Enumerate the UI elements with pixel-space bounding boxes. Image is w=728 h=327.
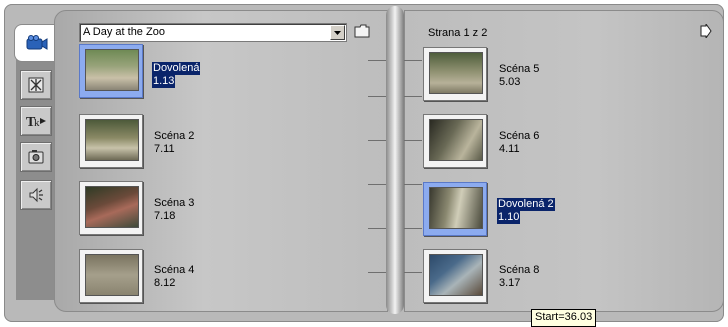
tooltip: Start=36.03 (531, 309, 597, 327)
tab-sound-effects[interactable] (20, 180, 52, 210)
transition-icon (28, 77, 44, 93)
next-page-button[interactable] (700, 22, 712, 40)
spine-ring (404, 228, 422, 229)
speaker-icon (29, 187, 43, 203)
scene-name: Scéna 5 (499, 63, 540, 75)
scene-thumbnail[interactable] (79, 181, 143, 235)
tab-still-images[interactable] (20, 142, 52, 172)
scene-duration: 4.11 (499, 143, 520, 155)
open-folder-button[interactable] (354, 24, 370, 38)
scene-thumbnail-image (429, 254, 483, 296)
scene-thumbnail-image (85, 186, 139, 228)
spine-ring (368, 140, 386, 141)
spine-ring (368, 96, 386, 97)
scene-thumbnail-image (85, 49, 139, 91)
scene-label: Scéna 4 8.12 (153, 264, 195, 290)
folder-icon (354, 24, 370, 38)
scene-thumbnail-image (85, 254, 139, 296)
scene-label: Dovolená 2 1.10 (497, 198, 555, 224)
spine-ring (368, 272, 386, 273)
scene-duration: 1.10 (497, 211, 521, 224)
scene-thumbnail[interactable] (423, 182, 487, 236)
spine-ring (404, 96, 422, 97)
scene-label: Scéna 3 7.18 (153, 197, 195, 223)
scene-duration: 7.18 (154, 210, 176, 222)
scene-thumbnail[interactable] (79, 44, 143, 98)
scene-label: Scéna 6 4.11 (498, 130, 540, 156)
chevron-down-icon (334, 30, 341, 35)
spine-ring (368, 228, 386, 229)
scene-duration: 1.13 (152, 75, 176, 88)
scene-label: Scéna 5 5.03 (498, 63, 540, 89)
title-icon: T k (26, 115, 46, 130)
scene-thumbnail-image (85, 119, 139, 161)
tab-video-scenes[interactable] (14, 24, 59, 62)
album-select[interactable]: A Day at the Zoo (79, 23, 347, 42)
tab-transitions[interactable] (20, 70, 52, 100)
scene-name: Dovolená (152, 62, 201, 75)
video-camera-icon (26, 35, 48, 50)
spine-ring (404, 60, 422, 61)
scene-name: Scéna 4 (154, 264, 195, 276)
scene-label: Scéna 2 7.11 (153, 130, 195, 156)
scene-name: Scéna 6 (499, 130, 540, 142)
scene-name: Scéna 2 (154, 130, 195, 142)
spine-ring (404, 272, 422, 273)
scene-name: Dovolená 2 (497, 198, 555, 211)
scene-label: Dovolená 1.13 (152, 62, 201, 88)
next-page-arrow-icon (700, 22, 712, 40)
spine-ring (404, 140, 422, 141)
scene-duration: 8.12 (154, 277, 176, 289)
spine-ring (368, 60, 386, 61)
tab-titles[interactable]: T k (20, 106, 52, 136)
scene-thumbnail-image (429, 119, 483, 161)
scene-thumbnail[interactable] (79, 249, 143, 303)
scene-name: Scéna 3 (154, 197, 195, 209)
scene-name: Scéna 8 (499, 264, 540, 276)
scene-thumbnail-image (429, 187, 483, 229)
album-select-value: A Day at the Zoo (83, 26, 165, 38)
scene-label: Scéna 8 3.17 (498, 264, 540, 290)
scene-thumbnail[interactable] (423, 47, 487, 101)
spine-ring (404, 184, 422, 185)
scene-thumbnail[interactable] (79, 114, 143, 168)
scene-thumbnail[interactable] (423, 249, 487, 303)
scene-thumbnail-image (429, 52, 483, 94)
scene-duration: 5.03 (499, 76, 521, 88)
page-indicator: Strana 1 z 2 (428, 27, 488, 39)
scene-duration: 7.11 (154, 143, 175, 155)
camera-icon (28, 150, 44, 164)
album-select-arrow[interactable] (330, 25, 345, 40)
spine-ring (368, 184, 386, 185)
scene-duration: 3.17 (499, 277, 521, 289)
album-spine (386, 6, 404, 314)
scene-thumbnail[interactable] (423, 114, 487, 168)
svg-text:k: k (34, 117, 40, 129)
